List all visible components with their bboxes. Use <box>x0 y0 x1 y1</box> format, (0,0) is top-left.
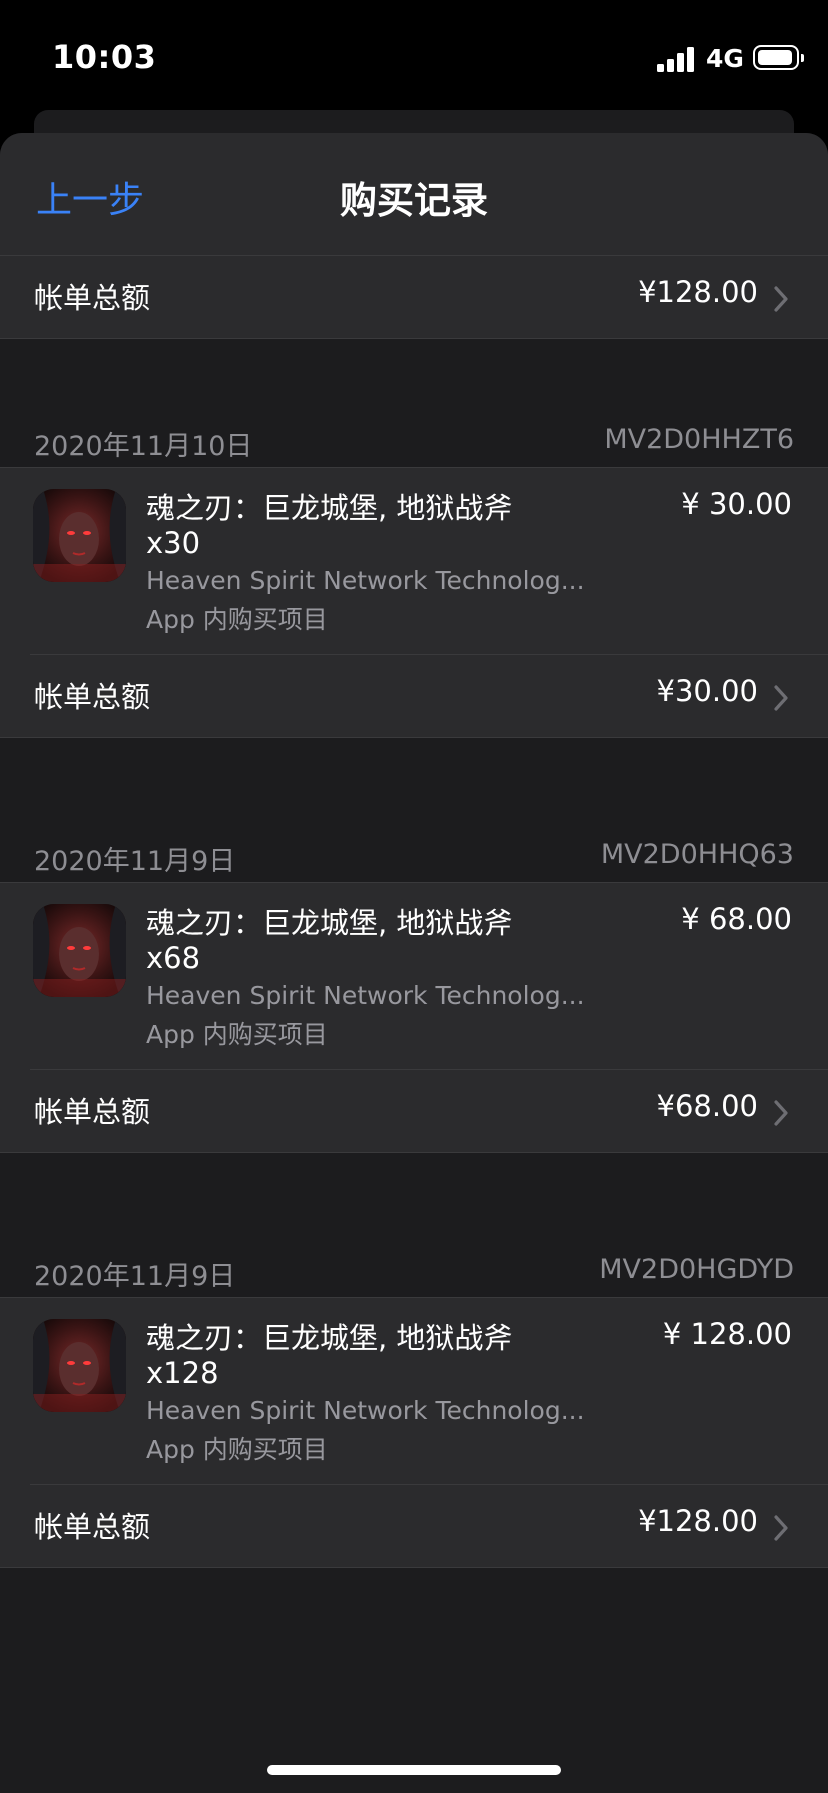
purchase-date: 2020年11月9日 <box>34 1261 236 1292</box>
chevron-right-icon <box>774 685 788 711</box>
bill-total-label: 帐单总额 <box>34 680 151 714</box>
bill-total-row[interactable]: 帐单总额 ¥68.00 <box>0 1070 828 1153</box>
item-developer: Heaven Spirit Network Technolog... <box>146 1396 585 1425</box>
bill-total-amount: ¥68.00 <box>656 1089 758 1123</box>
bill-total-amount: ¥128.00 <box>638 275 758 309</box>
chevron-right-icon <box>774 286 788 312</box>
purchase-date: 2020年11月9日 <box>34 846 236 877</box>
item-kind: App 内购买项目 <box>146 1020 328 1049</box>
status-bar: 10:03 4G <box>0 0 828 110</box>
bill-total-label: 帐单总额 <box>34 281 151 315</box>
item-name: 魂之刃：巨龙城堡, 地狱战斧 <box>146 906 513 940</box>
item-developer: Heaven Spirit Network Technolog... <box>146 981 585 1010</box>
page-title: 购买记录 <box>340 179 488 222</box>
order-id: MV2D0HHQ63 <box>600 839 794 870</box>
purchase-item[interactable]: 魂之刃：巨龙城堡, 地狱战斧 x30 Heaven Spirit Network… <box>0 467 828 655</box>
bill-total-row[interactable]: 帐单总额 ¥30.00 <box>0 655 828 738</box>
bill-total-label: 帐单总额 <box>34 1510 151 1544</box>
item-quantity: x30 <box>146 526 201 560</box>
order-id: MV2D0HGDYD <box>599 1254 794 1285</box>
chevron-right-icon <box>774 1515 788 1541</box>
soul-blade-app-icon <box>33 1319 126 1412</box>
bill-total-row[interactable]: 帐单总额 ¥128.00 <box>0 256 828 339</box>
bill-total-row[interactable]: 帐单总额 ¥128.00 <box>0 1485 828 1568</box>
item-kind: App 内购买项目 <box>146 1435 328 1464</box>
purchase-date: 2020年11月10日 <box>34 431 253 462</box>
item-quantity: x128 <box>146 1356 219 1390</box>
chevron-right-icon <box>774 1100 788 1126</box>
purchase-item[interactable]: 魂之刃：巨龙城堡, 地狱战斧 x128 Heaven Spirit Networ… <box>0 1297 828 1485</box>
bill-total-amount: ¥128.00 <box>638 1504 758 1538</box>
soul-blade-app-icon <box>33 489 126 582</box>
item-name: 魂之刃：巨龙城堡, 地狱战斧 <box>146 1321 513 1355</box>
network-type: 4G <box>706 44 744 73</box>
nav-bar: 上一步 购买记录 <box>0 133 828 256</box>
bill-total-amount: ¥30.00 <box>656 674 758 708</box>
item-developer: Heaven Spirit Network Technolog... <box>146 566 585 595</box>
battery-icon <box>753 45 804 70</box>
purchase-item[interactable]: 魂之刃：巨龙城堡, 地狱战斧 x68 Heaven Spirit Network… <box>0 882 828 1070</box>
item-kind: App 内购买项目 <box>146 605 328 634</box>
cellular-signal-icon <box>657 46 695 72</box>
item-quantity: x68 <box>146 941 201 975</box>
item-price: ¥ 30.00 <box>681 487 792 521</box>
item-price: ¥ 128.00 <box>662 1317 792 1351</box>
order-id: MV2D0HHZT6 <box>604 424 794 455</box>
purchase-history-sheet: 上一步 购买记录 帐单总额 ¥128.00 2020年11月10日 MV2D0H… <box>0 133 828 1793</box>
status-time: 10:03 <box>52 38 157 76</box>
item-name: 魂之刃：巨龙城堡, 地狱战斧 <box>146 491 513 525</box>
soul-blade-app-icon <box>33 904 126 997</box>
home-indicator[interactable] <box>267 1765 561 1775</box>
bill-total-label: 帐单总额 <box>34 1095 151 1129</box>
item-price: ¥ 68.00 <box>681 902 792 936</box>
